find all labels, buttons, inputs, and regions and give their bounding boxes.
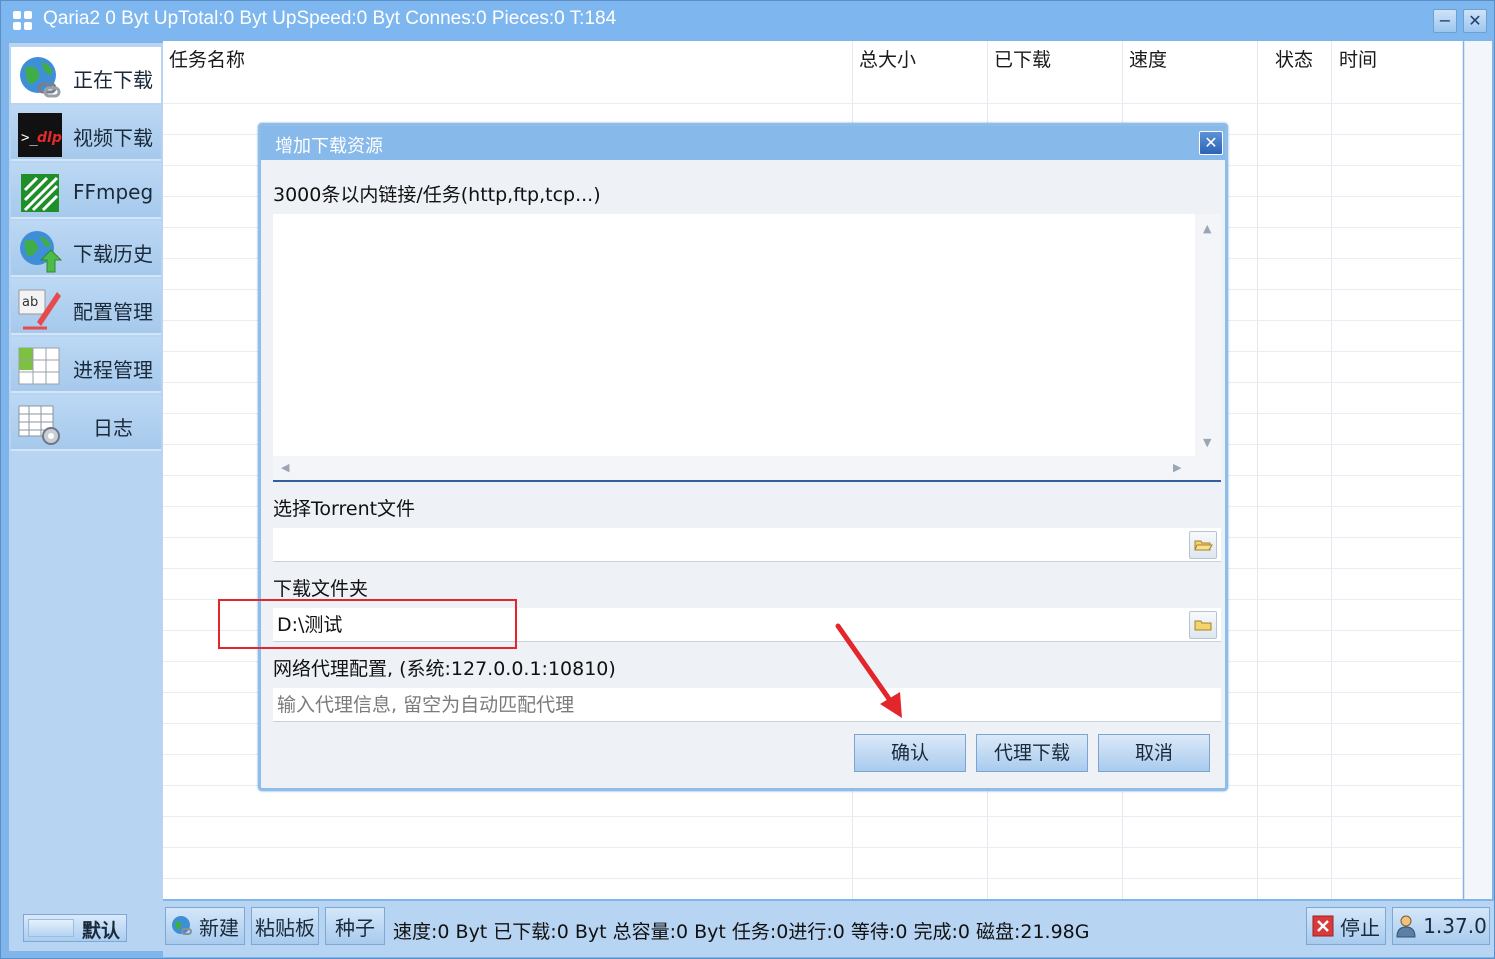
clipboard-button[interactable]: 粘贴板 bbox=[251, 907, 319, 945]
column-divider bbox=[1257, 41, 1258, 899]
sidebar-item-config[interactable]: ab 配置管理 bbox=[11, 279, 161, 335]
scroll-down-icon[interactable]: ▼ bbox=[1203, 436, 1211, 449]
sidebar: 正在下载 >_ dlp 视频下载 FFmpeg 下载历史 ab 配置管理 进程管… bbox=[9, 43, 163, 951]
sidebar-item-downloading[interactable]: 正在下载 bbox=[11, 47, 161, 103]
title-bar: Qaria2 0 Byt UpTotal:0 Byt UpSpeed:0 Byt… bbox=[1, 1, 1494, 39]
sidebar-item-process[interactable]: 进程管理 bbox=[11, 337, 161, 393]
svg-text:>_: >_ bbox=[21, 130, 38, 146]
cancel-button[interactable]: 取消 bbox=[1098, 734, 1210, 772]
links-textarea[interactable]: ▲ ▼ ◀ ▶ bbox=[273, 214, 1221, 482]
clipboard-label: 粘贴板 bbox=[255, 915, 315, 940]
status-summary: 速度:0 Byt 已下载:0 Byt 总容量:0 Byt 任务:0进行:0 等待… bbox=[393, 921, 1090, 943]
links-label: 3000条以内链接/任务(http,ftp,tcp...) bbox=[273, 184, 601, 206]
column-header-size[interactable]: 总大小 bbox=[859, 45, 916, 72]
proxy-input[interactable]: 输入代理信息, 留空为自动匹配代理 bbox=[273, 688, 1221, 722]
scroll-right-icon[interactable]: ▶ bbox=[1173, 461, 1181, 474]
stop-label: 停止 bbox=[1340, 915, 1380, 940]
svg-text:ab: ab bbox=[22, 295, 38, 310]
torrent-button[interactable]: 种子 bbox=[325, 907, 385, 945]
scroll-up-icon[interactable]: ▲ bbox=[1203, 222, 1211, 235]
browse-folder-button[interactable] bbox=[1189, 611, 1217, 639]
sidebar-item-log[interactable]: 日志 bbox=[11, 395, 161, 451]
proxy-download-button[interactable]: 代理下载 bbox=[976, 734, 1088, 772]
column-header-speed[interactable]: 速度 bbox=[1129, 45, 1167, 72]
new-task-button[interactable]: 新建 bbox=[165, 907, 245, 945]
torrent-label: 种子 bbox=[335, 915, 375, 940]
folder-icon bbox=[1194, 620, 1212, 631]
table-scrollbar[interactable] bbox=[1464, 41, 1492, 899]
confirm-button[interactable]: 确认 bbox=[854, 734, 966, 772]
globe-link-icon bbox=[20, 57, 61, 98]
stop-icon bbox=[1312, 915, 1334, 937]
sidebar-item-label: 配置管理 bbox=[73, 300, 153, 324]
new-task-label: 新建 bbox=[199, 915, 239, 940]
column-divider bbox=[1462, 41, 1463, 899]
torrent-file-label: 选择Torrent文件 bbox=[273, 498, 416, 520]
globe-upload-icon bbox=[20, 231, 63, 273]
column-header-time[interactable]: 时间 bbox=[1339, 45, 1377, 72]
abc-edit-icon: ab bbox=[18, 289, 61, 330]
user-icon bbox=[1396, 915, 1416, 938]
grid-icon bbox=[18, 347, 60, 385]
sidebar-item-history[interactable]: 下载历史 bbox=[11, 221, 161, 277]
torrent-file-input[interactable] bbox=[273, 528, 1221, 562]
red-arrow-annotation bbox=[835, 623, 902, 718]
column-header-downloaded[interactable]: 已下载 bbox=[994, 45, 1051, 72]
sidebar-item-label: 日志 bbox=[93, 416, 133, 440]
column-divider bbox=[1331, 41, 1332, 899]
sidebar-item-label: 下载历史 bbox=[73, 242, 153, 266]
default-swatch bbox=[28, 919, 74, 937]
window-title: Qaria2 0 Byt UpTotal:0 Byt UpSpeed:0 Byt… bbox=[43, 8, 617, 29]
row-divider bbox=[163, 878, 1463, 879]
version-button[interactable]: 1.37.0 bbox=[1392, 907, 1490, 945]
app-grid-icon bbox=[13, 11, 33, 31]
dialog-title: 增加下载资源 bbox=[275, 136, 383, 157]
row-divider bbox=[163, 847, 1463, 848]
sidebar-item-label: 视频下载 bbox=[73, 126, 153, 150]
default-label: 默认 bbox=[81, 920, 120, 942]
row-divider bbox=[163, 103, 1463, 104]
textarea-vertical-scrollbar[interactable]: ▲ ▼ bbox=[1195, 214, 1221, 456]
minimize-button[interactable]: − bbox=[1433, 9, 1457, 33]
textarea-horizontal-scrollbar[interactable]: ◀ ▶ bbox=[273, 456, 1221, 480]
table-gear-icon bbox=[18, 405, 60, 445]
add-download-dialog: 增加下载资源 ✕ 3000条以内链接/任务(http,ftp,tcp...) ▲… bbox=[258, 123, 1228, 791]
column-header-name[interactable]: 任务名称 bbox=[169, 45, 245, 72]
row-divider bbox=[163, 816, 1463, 817]
sidebar-item-label: 正在下载 bbox=[73, 68, 153, 92]
globe-link-icon bbox=[172, 916, 192, 935]
folder-highlight-annotation bbox=[218, 599, 517, 649]
dialog-title-bar: 增加下载资源 ✕ bbox=[261, 126, 1225, 160]
ytdlp-terminal-icon: >_ dlp bbox=[18, 113, 62, 157]
sidebar-item-video-download[interactable]: >_ dlp 视频下载 bbox=[11, 105, 161, 161]
version-label: 1.37.0 bbox=[1423, 914, 1487, 938]
sidebar-item-ffmpeg[interactable]: FFmpeg bbox=[11, 163, 161, 219]
sidebar-item-label: 进程管理 bbox=[73, 358, 153, 382]
ffmpeg-icon bbox=[21, 174, 59, 212]
close-window-button[interactable]: ✕ bbox=[1463, 9, 1487, 33]
default-profile-button[interactable]: 默认 bbox=[23, 914, 127, 942]
stop-button[interactable]: 停止 bbox=[1306, 907, 1386, 945]
svg-text:dlp: dlp bbox=[37, 130, 62, 146]
folder-open-icon bbox=[1194, 540, 1213, 551]
proxy-placeholder: 输入代理信息, 留空为自动匹配代理 bbox=[277, 694, 575, 716]
column-header-status[interactable]: 状态 bbox=[1275, 45, 1313, 72]
open-torrent-button[interactable] bbox=[1189, 531, 1217, 559]
dialog-close-button[interactable]: ✕ bbox=[1199, 131, 1223, 155]
status-bar: 新建 粘贴板 种子 速度:0 Byt 已下载:0 Byt 总容量:0 Byt 任… bbox=[163, 901, 1494, 957]
scroll-left-icon[interactable]: ◀ bbox=[281, 461, 289, 474]
proxy-label: 网络代理配置, (系统:127.0.0.1:10810) bbox=[273, 658, 616, 680]
sidebar-item-label: FFmpeg bbox=[73, 180, 154, 204]
download-folder-label: 下载文件夹 bbox=[273, 578, 369, 600]
